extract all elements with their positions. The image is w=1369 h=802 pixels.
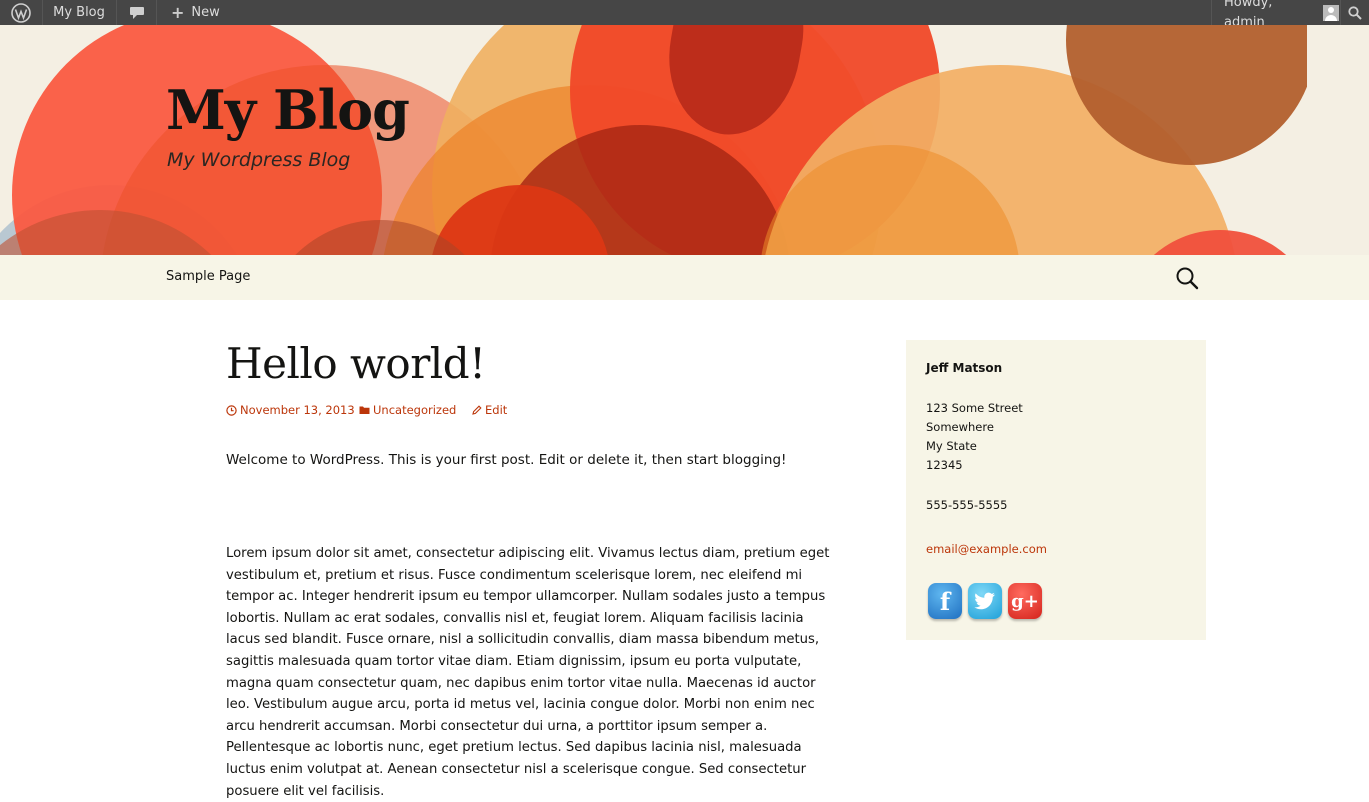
post-meta: November 13, 2013 Uncategorized Edit — [226, 403, 507, 417]
new-label: New — [191, 4, 220, 20]
twitter-icon[interactable] — [968, 583, 1002, 619]
contact-email-link[interactable]: email@example.com — [926, 542, 1047, 556]
edit-label: Edit — [485, 403, 508, 417]
clock-icon — [226, 404, 237, 416]
main-navigation: Sample Page — [0, 255, 1369, 300]
wordpress-logo-icon[interactable] — [0, 0, 42, 25]
address-line: My State — [926, 439, 977, 453]
contact-address: 123 Some Street Somewhere My State 12345 — [926, 399, 1023, 475]
post-category-link[interactable]: Uncategorized — [359, 403, 472, 417]
post-title[interactable]: Hello world! — [226, 339, 486, 388]
avatar — [1323, 4, 1339, 21]
site-description: My Wordpress Blog — [167, 149, 351, 171]
post-edit-link[interactable]: Edit — [472, 403, 507, 417]
comments-icon[interactable] — [116, 0, 156, 25]
new-content-button[interactable]: + New — [156, 0, 220, 25]
google-plus-icon[interactable]: g+ — [1008, 583, 1042, 619]
site-name-label: My Blog — [53, 4, 105, 20]
contact-name: Jeff Matson — [926, 361, 1003, 375]
address-line: Somewhere — [926, 420, 994, 434]
contact-phone: 555-555-5555 — [926, 498, 1008, 512]
google-plus-glyph: g+ — [1011, 590, 1039, 612]
admin-search-icon[interactable] — [1340, 0, 1369, 25]
admin-bar: My Blog + New Howdy, admin — [0, 0, 1369, 30]
facebook-glyph: f — [939, 586, 951, 616]
post-body-paragraph: Lorem ipsum dolor sit amet, consectetur … — [226, 546, 830, 799]
post-category: Uncategorized — [373, 403, 457, 417]
post-date-link[interactable]: November 13, 2013 — [226, 403, 359, 417]
post-date: November 13, 2013 — [240, 403, 355, 417]
search-icon[interactable] — [1175, 266, 1199, 290]
address-line: 123 Some Street — [926, 401, 1023, 415]
nav-item-sample-page[interactable]: Sample Page — [166, 269, 250, 284]
site-title[interactable]: My Blog — [166, 78, 410, 142]
plus-icon: + — [171, 2, 185, 22]
address-line: 12345 — [926, 458, 963, 472]
post-intro-paragraph: Welcome to WordPress. This is your first… — [226, 452, 787, 468]
admin-bar-site-link[interactable]: My Blog — [42, 0, 115, 25]
pencil-icon — [472, 405, 482, 415]
folder-icon — [359, 406, 370, 414]
twitter-bird-glyph — [974, 592, 995, 610]
site-header: My Blog My Wordpress Blog — [0, 25, 1369, 255]
contact-widget: Jeff Matson 123 Some Street Somewhere My… — [906, 340, 1206, 640]
facebook-icon[interactable]: f — [928, 583, 962, 619]
account-menu[interactable]: Howdy, admin — [1211, 0, 1339, 30]
